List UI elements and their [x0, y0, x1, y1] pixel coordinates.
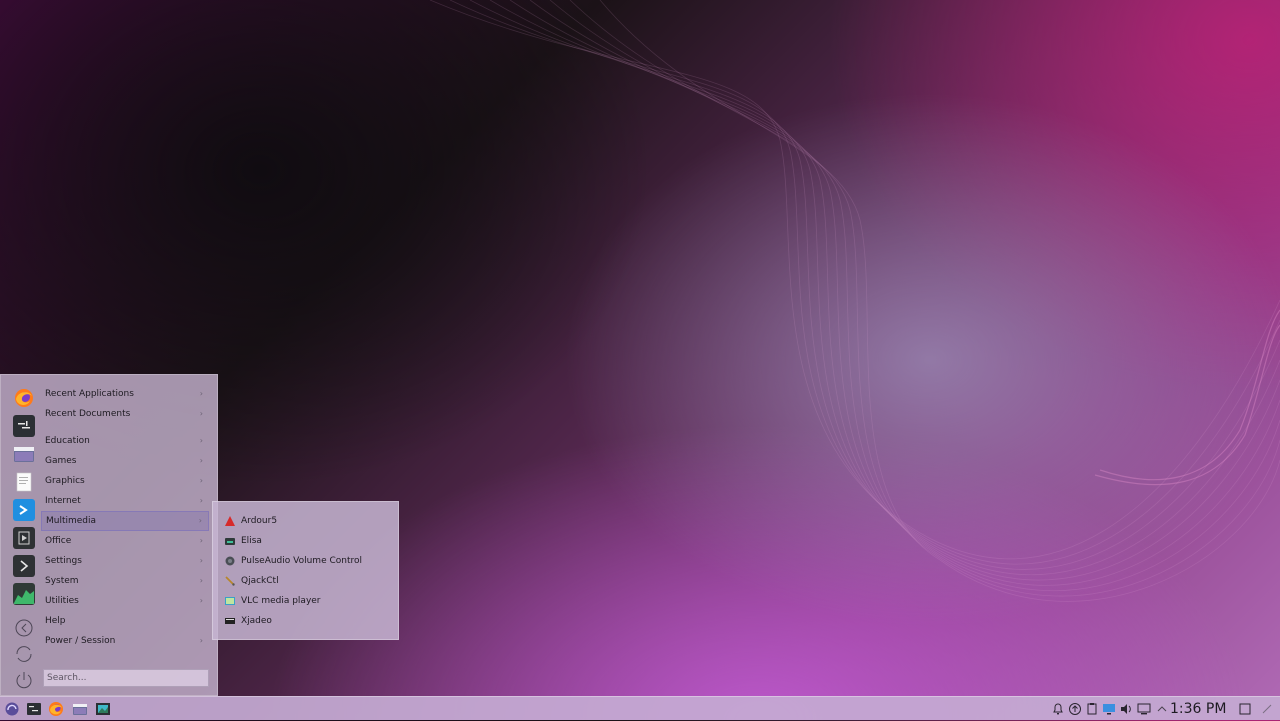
qjackctl-icon — [225, 576, 235, 586]
multimedia-submenu: Ardour5 Elisa PulseAudio Volume Control … — [212, 501, 399, 640]
file-manager-icon[interactable] — [72, 701, 88, 717]
app-launcher-icon[interactable] — [4, 701, 20, 717]
console-icon[interactable] — [13, 555, 35, 577]
chevron-right-icon: › — [199, 576, 203, 585]
clock[interactable]: 1:36 PM — [1170, 697, 1226, 721]
volume-icon[interactable] — [1119, 702, 1133, 716]
category-help[interactable]: Help — [41, 611, 209, 631]
screenshot-icon[interactable] — [95, 701, 111, 717]
search-input[interactable] — [43, 669, 209, 687]
chevron-right-icon: › — [199, 436, 203, 445]
notifications-icon[interactable] — [1051, 702, 1065, 716]
chevron-right-icon: › — [199, 476, 203, 485]
terminal-icon[interactable] — [26, 701, 42, 717]
firefox-icon[interactable] — [48, 701, 64, 717]
clipboard-icon[interactable] — [1085, 702, 1099, 716]
category-utilities[interactable]: Utilities › — [41, 591, 209, 611]
pulseaudio-icon — [225, 556, 235, 566]
submenu-item-ardour5[interactable]: Ardour5 — [221, 511, 393, 531]
category-graphics[interactable]: Graphics › — [41, 471, 209, 491]
taskbar-panel: 1:36 PM — [0, 696, 1280, 720]
network-icon[interactable] — [1137, 702, 1151, 716]
discover-icon[interactable] — [13, 499, 35, 521]
chevron-right-icon: › — [199, 456, 203, 465]
chevron-right-icon: › — [199, 389, 203, 398]
ardour-icon — [225, 516, 235, 526]
submenu-item-qjackctl[interactable]: QjackCtl — [221, 571, 393, 591]
media-player-icon[interactable] — [13, 527, 35, 549]
category-power-session[interactable]: Power / Session › — [41, 631, 209, 651]
submenu-item-elisa[interactable]: Elisa — [221, 531, 393, 551]
submenu-item-vlc[interactable]: VLC media player — [221, 591, 393, 611]
elisa-icon — [225, 538, 235, 545]
favorites-column — [11, 383, 39, 689]
category-office[interactable]: Office › — [41, 531, 209, 551]
category-games[interactable]: Games › — [41, 451, 209, 471]
category-system[interactable]: System › — [41, 571, 209, 591]
text-editor-icon[interactable] — [13, 471, 35, 493]
expand-tray-icon[interactable] — [1155, 702, 1169, 716]
system-monitor-icon[interactable] — [13, 583, 35, 605]
terminal-icon[interactable] — [13, 415, 35, 437]
switch-user-icon[interactable] — [13, 643, 35, 665]
category-education[interactable]: Education › — [41, 431, 209, 451]
chevron-right-icon: › — [199, 596, 203, 605]
chevron-right-icon: › — [199, 556, 203, 565]
power-icon[interactable] — [13, 669, 35, 691]
back-icon[interactable] — [13, 617, 35, 639]
chevron-right-icon: › — [199, 409, 203, 418]
chevron-right-icon: › — [199, 536, 203, 545]
chevron-right-icon: › — [199, 636, 203, 645]
category-recent-documents[interactable]: Recent Documents › — [41, 404, 209, 424]
category-recent-applications[interactable]: Recent Applications › — [41, 384, 209, 404]
updates-icon[interactable] — [1068, 702, 1082, 716]
category-multimedia[interactable]: Multimedia › — [41, 511, 209, 531]
submenu-item-pulseaudio[interactable]: PulseAudio Volume Control — [221, 551, 393, 571]
firefox-icon[interactable] — [13, 387, 35, 409]
show-desktop-icon[interactable] — [1238, 702, 1252, 716]
category-settings[interactable]: Settings › — [41, 551, 209, 571]
submenu-item-xjadeo[interactable]: Xjadeo — [221, 611, 393, 631]
file-manager-icon[interactable] — [13, 443, 35, 465]
start-menu: Recent Applications › Recent Documents › E… — [0, 374, 218, 696]
display-icon[interactable] — [1102, 702, 1116, 716]
chevron-right-icon: › — [198, 516, 202, 525]
chevron-right-icon: › — [199, 496, 203, 505]
xjadeo-icon — [225, 618, 235, 624]
vlc-icon — [225, 597, 235, 605]
panel-config-icon[interactable] — [1260, 702, 1274, 716]
category-internet[interactable]: Internet › — [41, 491, 209, 511]
